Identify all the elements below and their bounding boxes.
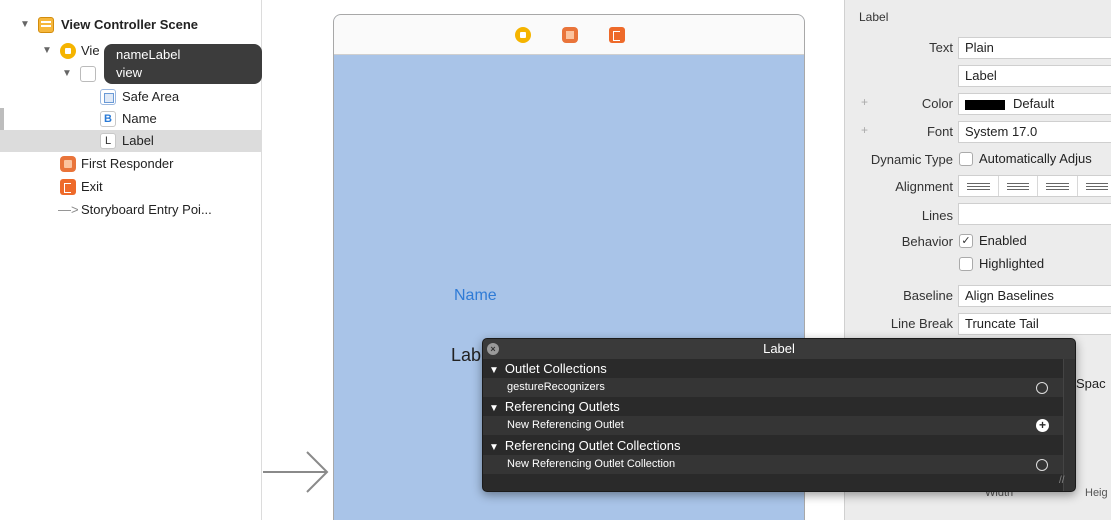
first-responder-icon <box>60 156 76 172</box>
view-controller-icon[interactable] <box>515 27 531 43</box>
hud-title: Label <box>483 339 1075 359</box>
outline-row-label[interactable]: L Label <box>0 130 262 152</box>
enabled-label: Enabled <box>979 233 1027 248</box>
hud-row-label: New Referencing Outlet <box>507 419 624 431</box>
exit-label: Exit <box>81 179 103 194</box>
text-type-popup[interactable]: Plain <box>958 37 1111 59</box>
button-icon: B <box>100 111 116 127</box>
spacing-label: Spac <box>1076 376 1106 391</box>
storyboard-entry-arrow-icon[interactable] <box>263 444 333 504</box>
dynamic-type-value: Automatically Adjus <box>979 151 1092 166</box>
disclosure-open-icon[interactable]: ▼ <box>62 63 72 85</box>
hud-section-title: Referencing Outlets <box>504 399 620 414</box>
font-label: Font <box>926 124 953 139</box>
outline-row-exit[interactable]: Exit <box>0 176 262 198</box>
lines-field[interactable] <box>958 203 1111 225</box>
outline-row-safe-area[interactable]: Safe Area <box>0 86 262 108</box>
highlighted-label: Highlighted <box>979 256 1045 271</box>
connections-hud[interactable]: Label × ▼ Outlet Collections gestureRecog… <box>482 338 1076 492</box>
outline-row-scene[interactable]: ▼ View Controller Scene <box>0 14 262 36</box>
label-icon: L <box>100 133 116 149</box>
disclosure-open-icon[interactable]: ▼ <box>489 442 499 453</box>
tooltip-line-2: view <box>116 65 143 80</box>
scene-label: View Controller Scene <box>61 17 199 32</box>
outline-row-name-button[interactable]: B Name <box>0 108 262 130</box>
inspector-section-title: Label <box>859 10 889 24</box>
enabled-checkbox[interactable]: ✓ <box>959 234 973 248</box>
hud-section-title: Referencing Outlet Collections <box>504 438 681 453</box>
disclosure-open-icon[interactable]: ▼ <box>489 365 499 376</box>
name-button[interactable]: Name <box>454 287 497 305</box>
color-value: Default <box>1013 96 1055 111</box>
view-controller-icon <box>60 43 76 59</box>
dynamic-type-checkbox[interactable] <box>959 152 973 166</box>
disclosure-open-icon[interactable]: ▼ <box>20 14 30 36</box>
safe-area-label: Safe Area <box>122 89 180 104</box>
label-item-label: Label <box>122 133 154 148</box>
align-justify-icon[interactable] <box>1078 176 1111 196</box>
highlighted-checkbox[interactable] <box>959 257 973 271</box>
hud-row-gesture-recognizers[interactable]: gestureRecognizers <box>483 378 1075 397</box>
name-button-label: Name <box>122 111 157 126</box>
hud-row-new-referencing-outlet-collection[interactable]: New Referencing Outlet Collection <box>483 455 1075 474</box>
color-label: Color <box>921 96 953 111</box>
resize-grip-icon[interactable]: // <box>1059 475 1065 486</box>
exit-icon[interactable] <box>609 27 625 43</box>
view-controller-label: Vie <box>81 43 100 58</box>
color-popup[interactable]: Default <box>958 93 1111 115</box>
disclosure-open-icon[interactable]: ▼ <box>42 40 52 62</box>
connection-circle-icon[interactable] <box>1036 459 1048 471</box>
hud-section-referencing-outlet-collections[interactable]: ▼ Referencing Outlet Collections <box>483 436 1075 455</box>
name-label[interactable]: Lab <box>451 345 481 366</box>
hud-row-label: New Referencing Outlet Collection <box>507 458 676 470</box>
disclosure-open-icon[interactable]: ▼ <box>489 403 499 414</box>
alignment-label: Alignment <box>895 179 953 194</box>
outline-row-entry-point[interactable]: —> Storyboard Entry Poi... <box>0 199 262 221</box>
connection-plus-icon[interactable]: + <box>1036 419 1049 432</box>
scene-icon <box>38 17 54 33</box>
baseline-label: Baseline <box>903 288 953 303</box>
baseline-popup[interactable]: Align Baselines <box>958 285 1111 307</box>
close-icon[interactable]: × <box>487 343 499 355</box>
scene-dock <box>334 15 804 55</box>
first-responder-label: First Responder <box>81 156 174 171</box>
lines-label: Lines <box>921 208 953 223</box>
alignment-segmented-control[interactable] <box>958 175 1111 197</box>
safe-area-icon <box>100 89 116 105</box>
color-swatch <box>965 99 1005 110</box>
document-outline: ▼ View Controller Scene ▼ Vie ▼ Safe Are… <box>0 0 262 520</box>
first-responder-icon[interactable] <box>562 27 578 43</box>
outline-row-first-responder[interactable]: First Responder <box>0 153 262 175</box>
hud-row-new-referencing-outlet[interactable]: New Referencing Outlet <box>483 416 1075 435</box>
hud-row-label: gestureRecognizers <box>507 381 605 393</box>
dynamic-type-label: Dynamic Type <box>870 152 953 167</box>
align-left-icon[interactable] <box>959 176 999 196</box>
font-field[interactable]: System 17.0 <box>958 121 1111 143</box>
text-label: Text <box>929 40 953 55</box>
entry-arrow-icon: —> <box>58 202 79 217</box>
height-label: Heig <box>1085 487 1108 499</box>
tooltip-line-1: nameLabel <box>116 47 181 62</box>
view-icon <box>80 66 96 82</box>
line-break-label: Line Break <box>890 316 953 331</box>
connection-circle-icon[interactable] <box>1036 382 1048 394</box>
behavior-label: Behavior <box>901 234 953 249</box>
hud-scrollbar[interactable] <box>1063 359 1075 491</box>
align-center-icon[interactable] <box>999 176 1038 196</box>
text-content-field[interactable]: Label <box>958 65 1111 87</box>
exit-icon <box>60 179 76 195</box>
align-right-icon[interactable] <box>1038 176 1078 196</box>
entry-point-label: Storyboard Entry Poi... <box>81 202 212 217</box>
hud-section-outlet-collections[interactable]: ▼ Outlet Collections <box>483 359 1075 378</box>
line-break-popup[interactable]: Truncate Tail <box>958 313 1111 335</box>
hud-section-title: Outlet Collections <box>504 361 607 376</box>
tooltip: nameLabel view <box>104 44 262 84</box>
hud-section-referencing-outlets[interactable]: ▼ Referencing Outlets <box>483 397 1075 416</box>
